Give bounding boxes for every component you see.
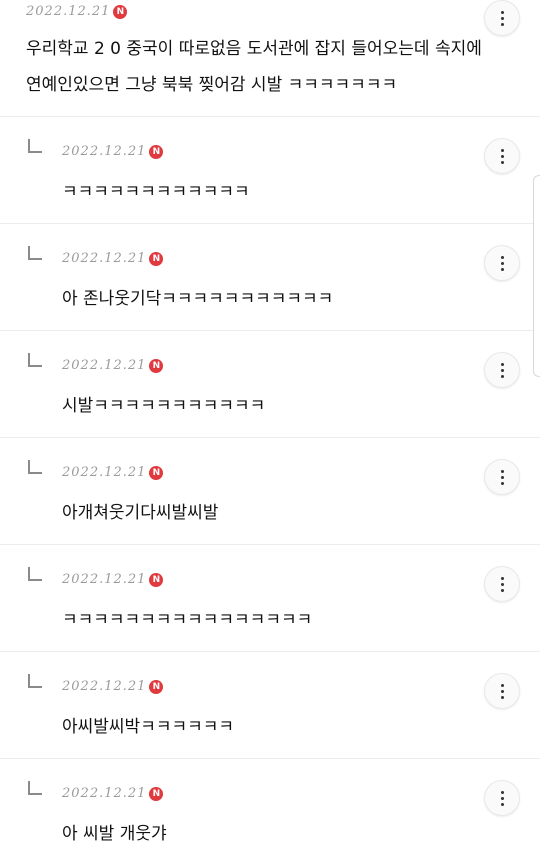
more-options-button[interactable] — [484, 0, 520, 36]
reply-date: 2022.12.21 — [62, 679, 147, 694]
more-options-button[interactable] — [484, 780, 520, 816]
reply-meta: 2022.12.21 N — [62, 786, 164, 801]
reply-date: 2022.12.21 — [62, 358, 147, 373]
comment-date: 2022.12.21 — [26, 4, 111, 19]
new-badge-icon: N — [113, 4, 128, 19]
reply-arrow-icon — [28, 781, 42, 795]
reply-text: 아씨발씨박ㅋㅋㅋㅋㅋㅋ — [62, 717, 235, 737]
reply-arrow-icon — [28, 246, 42, 260]
more-options-button[interactable] — [484, 352, 520, 388]
reply-date: 2022.12.21 — [62, 465, 147, 480]
reply-date: 2022.12.21 — [62, 786, 147, 801]
reply-meta: 2022.12.21 N — [62, 358, 164, 373]
reply-date: 2022.12.21 — [62, 251, 147, 266]
comment-text-line: 우리학교 2 0 중국이 따로없음 도서관에 잡지 들어오는데 속지에 — [26, 39, 482, 59]
reply-arrow-icon — [28, 139, 42, 153]
new-badge-icon: N — [149, 144, 164, 159]
reply-arrow-icon — [28, 567, 42, 581]
new-badge-icon: N — [149, 786, 164, 801]
reply-meta: 2022.12.21 N — [62, 144, 164, 159]
reply-meta: 2022.12.21 N — [62, 465, 164, 480]
more-options-button[interactable] — [484, 459, 520, 495]
more-options-button[interactable] — [484, 566, 520, 602]
more-options-button[interactable] — [484, 245, 520, 281]
new-badge-icon: N — [149, 251, 164, 266]
reply-text: ㅋㅋㅋㅋㅋㅋㅋㅋㅋㅋㅋㅋ — [62, 182, 250, 202]
more-options-button[interactable] — [484, 138, 520, 174]
reply-item: 2022.12.21 N ㅋㅋㅋㅋㅋㅋㅋㅋㅋㅋㅋㅋ — [0, 117, 540, 224]
comment-text-line: 연예인있으면 그냥 북북 찢어감 시발 ㅋㅋㅋㅋㅋㅋㅋ — [26, 75, 398, 95]
reply-item: 2022.12.21 N 시발ㅋㅋㅋㅋㅋㅋㅋㅋㅋㅋㅋ — [0, 331, 540, 438]
reply-item: 2022.12.21 N 아 존나웃기닥ㅋㅋㅋㅋㅋㅋㅋㅋㅋㅋㅋ — [0, 224, 540, 331]
reply-arrow-icon — [28, 460, 42, 474]
reply-arrow-icon — [28, 353, 42, 367]
reply-item: 2022.12.21 N 아씨발씨박ㅋㅋㅋㅋㅋㅋ — [0, 652, 540, 759]
reply-date: 2022.12.21 — [62, 144, 147, 159]
reply-text: 아개쳐웃기다씨발씨발 — [62, 503, 219, 523]
reply-meta: 2022.12.21 N — [62, 679, 164, 694]
comment-item: 2022.12.21 N 우리학교 2 0 중국이 따로없음 도서관에 잡지 들… — [0, 0, 540, 117]
reply-item: 2022.12.21 N ㅋㅋㅋㅋㅋㅋㅋㅋㅋㅋㅋㅋㅋㅋㅋㅋ — [0, 545, 540, 652]
reply-meta: 2022.12.21 N — [62, 572, 164, 587]
comment-text: 우리학교 2 0 중국이 따로없음 도서관에 잡지 들어오는데 속지에 연예인있… — [26, 31, 486, 103]
reply-text: 아 씨발 개웃갸 — [62, 824, 167, 844]
reply-arrow-icon — [28, 674, 42, 688]
scroll-handle[interactable] — [533, 175, 540, 377]
reply-item: 2022.12.21 N 아 씨발 개웃갸 — [0, 759, 540, 845]
new-badge-icon: N — [149, 358, 164, 373]
reply-item: 2022.12.21 N 아개쳐웃기다씨발씨발 — [0, 438, 540, 545]
new-badge-icon: N — [149, 572, 164, 587]
reply-text: ㅋㅋㅋㅋㅋㅋㅋㅋㅋㅋㅋㅋㅋㅋㅋㅋ — [62, 610, 313, 630]
reply-meta: 2022.12.21 N — [62, 251, 164, 266]
reply-date: 2022.12.21 — [62, 572, 147, 587]
new-badge-icon: N — [149, 465, 164, 480]
more-options-button[interactable] — [484, 673, 520, 709]
reply-text: 아 존나웃기닥ㅋㅋㅋㅋㅋㅋㅋㅋㅋㅋㅋ — [62, 289, 334, 309]
new-badge-icon: N — [149, 679, 164, 694]
reply-text: 시발ㅋㅋㅋㅋㅋㅋㅋㅋㅋㅋㅋ — [62, 396, 266, 416]
comment-meta: 2022.12.21 N — [26, 4, 128, 19]
